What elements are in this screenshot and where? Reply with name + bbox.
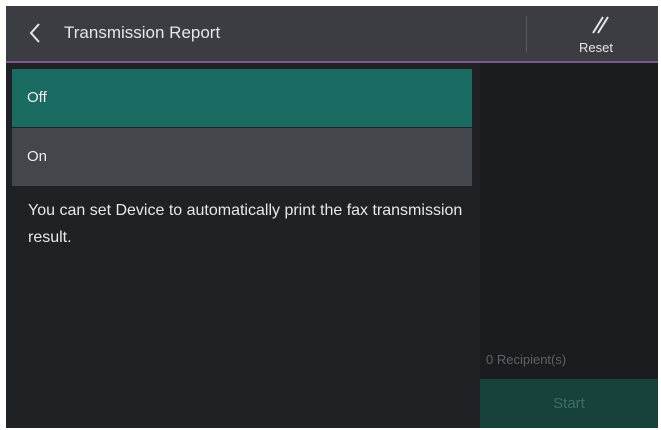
screen: Transmission Report Reset Off On You can… bbox=[6, 6, 658, 428]
start-label: Start bbox=[553, 395, 585, 412]
page-title: Transmission Report bbox=[64, 23, 221, 42]
header-bar: Transmission Report Reset bbox=[6, 6, 658, 61]
description-text: You can set Device to automatically prin… bbox=[28, 202, 463, 246]
reset-label: Reset bbox=[579, 40, 613, 55]
start-button[interactable]: Start bbox=[480, 379, 658, 428]
double-slash-icon bbox=[592, 16, 609, 34]
recipient-count: 0 Recipient(s) bbox=[486, 352, 567, 367]
option-off[interactable]: Off bbox=[12, 69, 472, 127]
back-button[interactable] bbox=[20, 18, 50, 48]
option-off-label: Off bbox=[27, 89, 47, 106]
reset-button[interactable]: Reset bbox=[558, 10, 634, 58]
side-panel: 0 Recipient(s) Start bbox=[480, 63, 658, 428]
option-on[interactable]: On bbox=[12, 128, 472, 186]
header-divider bbox=[526, 16, 527, 52]
chevron-left-icon bbox=[29, 23, 40, 43]
option-on-label: On bbox=[27, 148, 48, 165]
